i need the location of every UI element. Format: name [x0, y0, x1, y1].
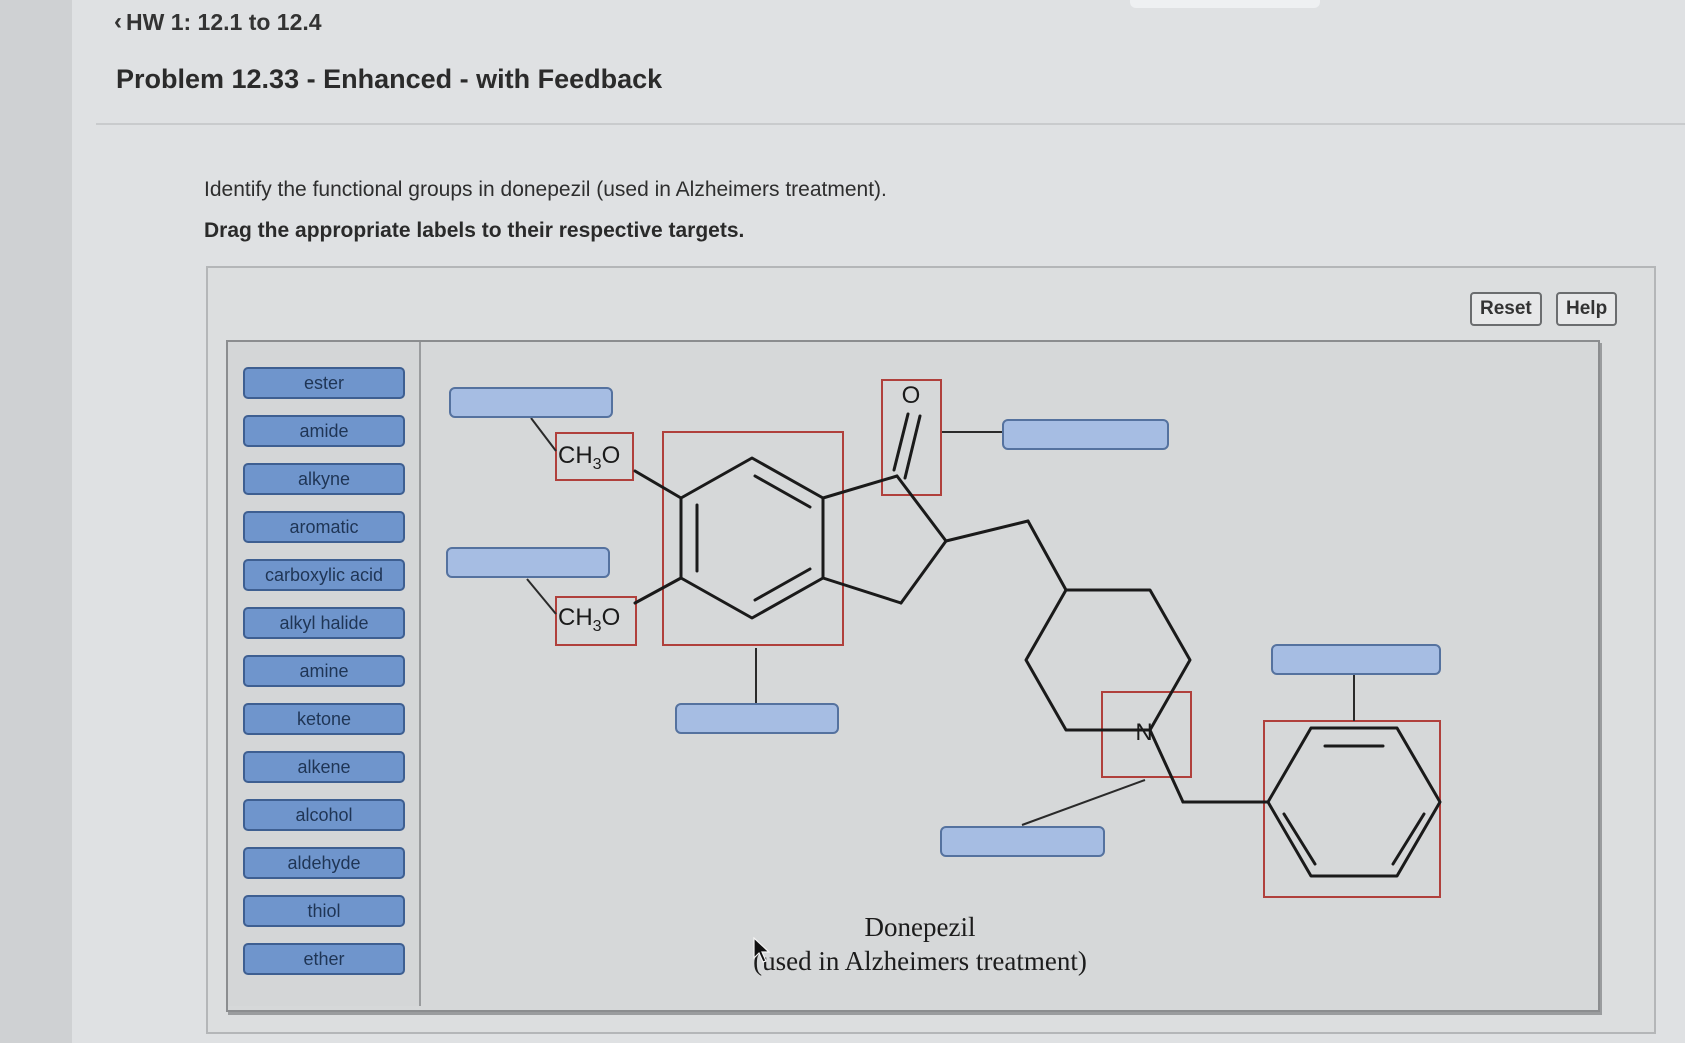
drop-target-1[interactable] [449, 387, 613, 418]
leader-line [1021, 779, 1146, 826]
carbonyl-bond [892, 412, 910, 472]
bond [633, 469, 683, 500]
benzene-ring [679, 456, 825, 620]
bond [821, 576, 903, 605]
carbonyl-bond [903, 414, 922, 480]
drop-target-5[interactable] [940, 826, 1105, 857]
highlight-box-aromatic [662, 431, 844, 646]
double-bond [753, 474, 812, 509]
oxygen-label: O [902, 382, 921, 409]
piperidine-ring [1024, 588, 1192, 732]
bond [899, 539, 948, 605]
mouse-pointer-icon [753, 937, 771, 963]
ch3o-bottom-label: CH3O [558, 604, 620, 635]
bond [633, 576, 683, 605]
bond [944, 519, 1030, 543]
leader-line [526, 578, 557, 615]
donepezil-structure: CH3O CH3O O N [526, 379, 1442, 898]
nitrogen-label: N [1135, 719, 1152, 746]
bond [1148, 728, 1185, 804]
drop-target-4[interactable] [1002, 419, 1169, 450]
bond [895, 474, 948, 543]
phenyl-ring [1266, 726, 1442, 878]
double-bond [753, 567, 812, 602]
drop-target-6[interactable] [1271, 644, 1441, 675]
ch3o-top-label: CH3O [558, 442, 620, 473]
target-highlight-boxes [555, 379, 1441, 898]
bond [1026, 519, 1068, 592]
leader-line [530, 417, 557, 452]
drop-target-2[interactable] [446, 547, 610, 578]
drop-target-3[interactable] [675, 703, 839, 734]
